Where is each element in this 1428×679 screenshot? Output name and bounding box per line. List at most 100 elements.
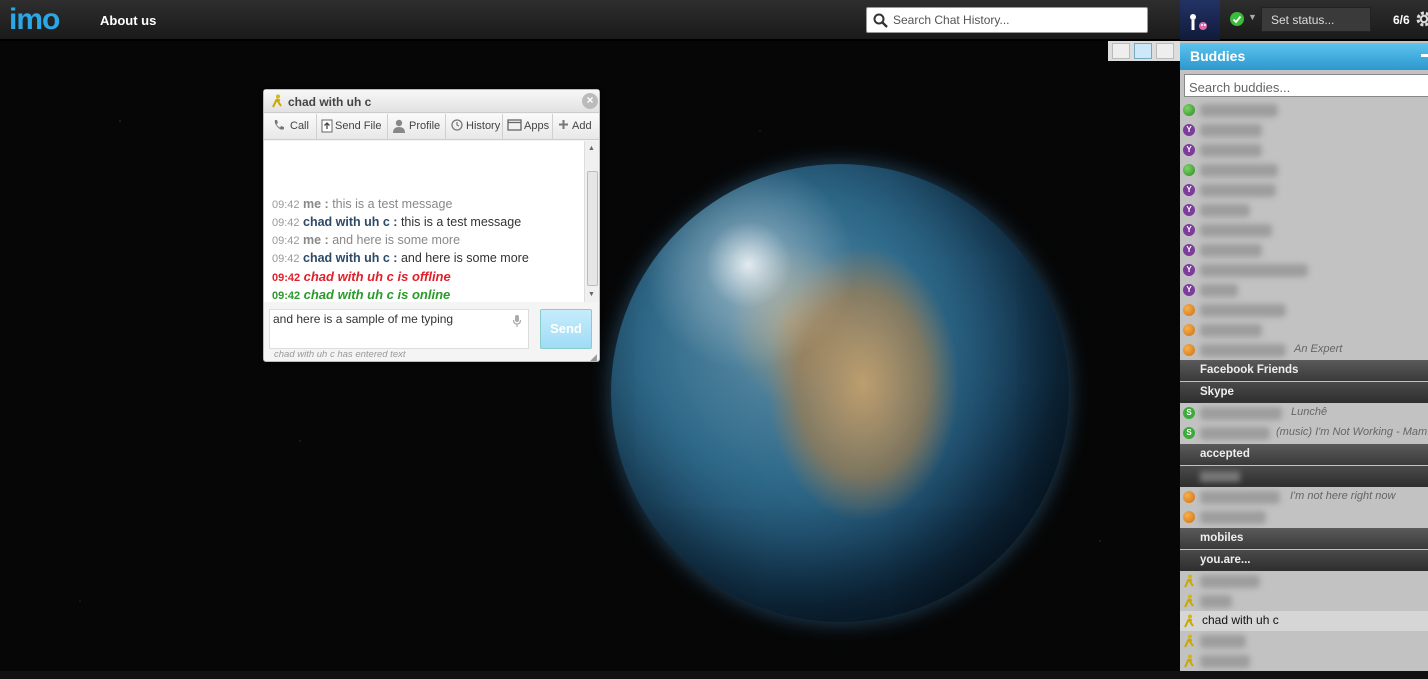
chat-message: 09:42 me : and here is some more [272,233,461,247]
skype-icon: S [1183,407,1195,419]
group-skype[interactable]: Skype [1180,382,1428,403]
aim-buddy-icon [272,94,282,108]
aim-buddy-icon [1184,614,1194,628]
away-status-icon [1183,304,1195,316]
earth-wallpaper [611,164,1069,622]
chat-message: 09:42 chad with uh c : and here is some … [272,251,529,265]
send-button[interactable]: Send [540,309,592,349]
file-icon [321,119,333,133]
buddy-row[interactable]: I'm not here right now [1180,487,1428,507]
buddy-row[interactable]: Y [1180,240,1428,260]
window-layout-buttons [1108,41,1180,61]
chat-message-log[interactable]: 09:42 me : this is a test message 09:42 … [264,141,584,302]
buddy-status-message: An Expert [1294,343,1343,355]
yahoo-icon: Y [1183,144,1195,156]
status-notice-online: 09:42 chad with uh c is online [272,287,451,302]
away-status-icon [1183,324,1195,336]
buddy-status-message: Lunchê [1291,406,1328,418]
scroll-up-icon[interactable]: ▲ [588,145,595,152]
message-input[interactable]: and here is a sample of me typing [269,309,529,349]
buddy-row[interactable] [1180,631,1428,651]
cascade-windows-button[interactable] [1134,43,1152,59]
buddy-row[interactable] [1180,571,1428,591]
buddy-row[interactable]: Y [1180,220,1428,240]
yahoo-icon: Y [1183,124,1195,136]
microphone-icon[interactable] [512,314,522,328]
aim-buddy-icon [1184,594,1194,608]
online-count: 6/6 [1393,13,1410,27]
yahoo-icon: Y [1183,264,1195,276]
skype-icon: S [1183,427,1195,439]
set-status-field[interactable]: Set status... [1261,7,1371,32]
chat-window: chad with uh c × Call Send File Profile [263,89,600,362]
buddy-row[interactable] [1180,300,1428,320]
buddy-row[interactable] [1180,320,1428,340]
search-chat-history[interactable] [866,7,1148,33]
close-icon[interactable]: × [582,93,598,109]
buddy-row[interactable] [1180,651,1428,671]
chat-scrollbar[interactable]: ▲ ▼ [584,141,599,302]
group-you-are[interactable]: you.are... [1180,550,1428,571]
yahoo-icon: Y [1183,244,1195,256]
clock-icon [451,119,463,131]
profile-button[interactable]: Profile [388,114,446,139]
bottom-strip [0,671,1428,679]
minimize-icon[interactable] [1421,54,1428,57]
my-avatar[interactable] [1180,0,1220,40]
buddy-row[interactable]: S (music) I'm Not Working - Mam [1180,423,1428,443]
scroll-thumb[interactable] [587,171,598,286]
call-button[interactable]: Call [264,114,317,139]
buddy-row[interactable]: Y [1180,180,1428,200]
buddy-status-message: I'm not here right now [1290,490,1396,502]
buddy-row[interactable]: An Expert [1180,340,1428,360]
buddy-row[interactable]: Y [1180,140,1428,160]
chat-message: 09:42 me : this is a test message [272,197,453,211]
buddy-row[interactable] [1180,507,1428,527]
tile-windows-button[interactable] [1112,43,1130,59]
buddy-name: chad with uh c [1202,613,1279,627]
search-buddies-input[interactable] [1184,74,1428,97]
online-status-icon[interactable] [1229,11,1245,27]
chat-message: 09:42 chad with uh c : this is a test me… [272,215,522,229]
buddy-row[interactable] [1180,160,1428,180]
group-mobiles[interactable]: mobiles [1180,528,1428,549]
buddies-header: Buddies [1180,43,1428,70]
top-bar: imo About us ▼ Set status... 6/6 [0,0,1428,40]
gear-icon[interactable] [1415,10,1428,28]
chat-toolbar: Call Send File Profile History Apps Add [264,114,599,140]
tabbed-windows-button[interactable] [1156,43,1174,59]
group-blurred[interactable] [1180,466,1428,487]
send-file-button[interactable]: Send File [317,114,388,139]
online-status-icon [1183,104,1195,116]
away-status-icon [1183,344,1195,356]
chat-title-bar[interactable]: chad with uh c × [264,90,599,113]
group-facebook-friends[interactable]: Facebook Friends [1180,360,1428,381]
yahoo-icon: Y [1183,224,1195,236]
buddy-row[interactable]: Y [1180,280,1428,300]
buddy-row[interactable] [1180,100,1428,120]
buddy-row-selected[interactable]: chad with uh c [1180,611,1428,631]
history-button[interactable]: History [446,114,503,139]
scroll-down-icon[interactable]: ▼ [588,291,595,298]
apps-button[interactable]: Apps [503,114,553,139]
yahoo-icon: Y [1183,184,1195,196]
resize-handle[interactable]: ◢ [590,352,597,363]
imo-logo[interactable]: imo [9,3,60,37]
plus-icon [559,120,568,129]
chat-title: chad with uh c [288,95,372,109]
search-chat-history-input[interactable] [893,11,1143,29]
yahoo-icon: Y [1183,284,1195,296]
away-status-icon [1183,511,1195,523]
buddies-panel: Buddies Y Y Y Y Y Y Y Y An Expert Facebo… [1180,41,1428,671]
status-dropdown-icon[interactable]: ▼ [1248,12,1257,22]
about-us-link[interactable]: About us [100,13,156,28]
aim-buddy-icon [1184,654,1194,668]
buddy-row[interactable]: Y [1180,120,1428,140]
buddy-row[interactable]: S Lunchê [1180,403,1428,423]
group-accepted[interactable]: accepted [1180,444,1428,465]
user-icon [393,119,405,133]
buddy-row[interactable]: Y [1180,260,1428,280]
buddy-row[interactable]: Y [1180,200,1428,220]
add-button[interactable]: Add [553,114,599,139]
buddy-row[interactable] [1180,591,1428,611]
